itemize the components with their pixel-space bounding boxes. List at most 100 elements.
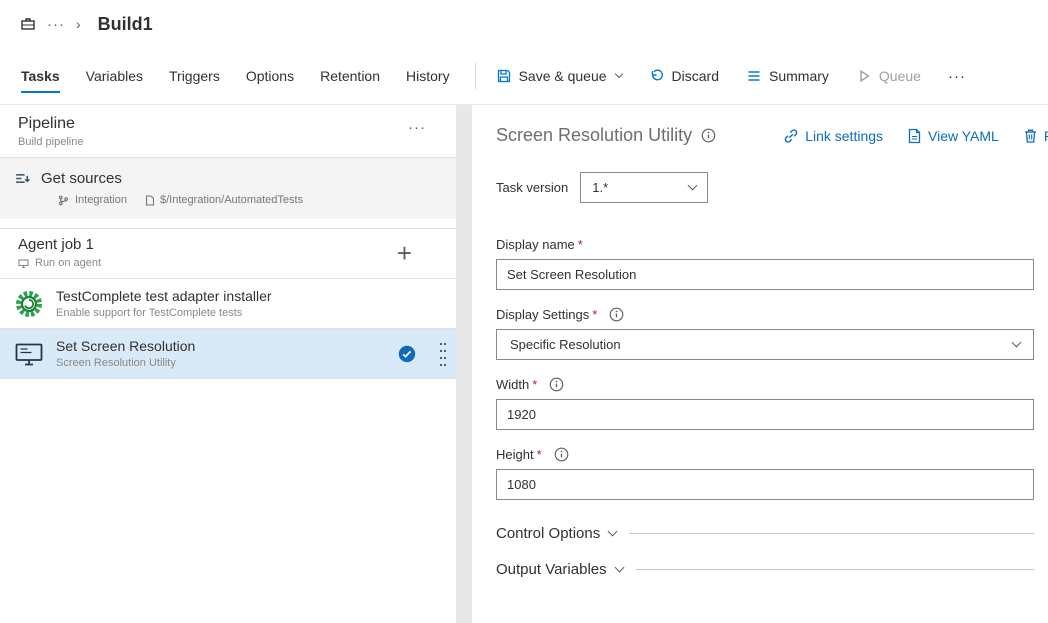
task-actions: Link settings View YAML	[783, 128, 1048, 144]
task-version-row: Task version 1.*	[496, 172, 1048, 203]
pipeline-panel: Pipeline Build pipeline ··· Get sources	[0, 105, 456, 623]
agent-job-subtitle: Run on agent	[35, 257, 101, 269]
height-label: Height	[496, 447, 534, 462]
remove-label: Remove	[1044, 128, 1048, 144]
section-divider	[636, 569, 1034, 570]
tab-bar: Tasks Variables Triggers Options Retenti…	[8, 48, 463, 104]
monitor-icon	[14, 339, 44, 369]
task-fields: Display name * Display Settings *	[496, 237, 1034, 500]
tab-retention[interactable]: Retention	[307, 48, 393, 104]
task-subtitle: Enable support for TestComplete tests	[56, 307, 272, 319]
display-name-field: Display name *	[496, 237, 1034, 290]
toolbar: Save & queue Discard Summary	[496, 68, 966, 85]
task-detail-header: Screen Resolution Utility	[496, 125, 1048, 146]
info-icon[interactable]	[609, 307, 624, 322]
queue-button[interactable]: Queue	[856, 68, 921, 84]
repo-name: Integration	[75, 194, 127, 206]
task-subtitle: Screen Resolution Utility	[56, 357, 195, 369]
link-icon	[783, 128, 799, 144]
task-detail-panel: Screen Resolution Utility	[472, 105, 1048, 623]
task-detail-title: Screen Resolution Utility	[496, 125, 692, 146]
height-input[interactable]	[496, 469, 1034, 500]
save-and-queue-label: Save & queue	[519, 68, 607, 84]
pipeline-more-button[interactable]: ···	[408, 115, 438, 148]
chevron-down-icon	[614, 563, 624, 573]
display-name-input[interactable]	[496, 259, 1034, 290]
document-icon	[907, 128, 922, 144]
display-settings-field: Display Settings * Specific Resolution	[496, 307, 1034, 360]
task-title: Set Screen Resolution	[56, 338, 195, 354]
info-icon[interactable]	[554, 447, 569, 462]
output-variables-toggle[interactable]: Output Variables	[496, 561, 623, 578]
list-icon	[746, 68, 762, 84]
get-sources-icon	[14, 170, 31, 187]
queue-label: Queue	[879, 68, 921, 84]
section-divider	[629, 533, 1034, 534]
required-marker: *	[537, 447, 542, 462]
pipeline-title: Pipeline	[18, 115, 83, 133]
tab-options[interactable]: Options	[233, 48, 307, 104]
control-options-label: Control Options	[496, 525, 600, 542]
play-icon	[856, 68, 872, 84]
height-field: Height *	[496, 447, 1034, 500]
link-settings-label: Link settings	[805, 128, 883, 144]
testcomplete-gear-icon	[14, 289, 44, 319]
task-version-dropdown[interactable]: 1.*	[580, 172, 708, 203]
task-version-value: 1.*	[592, 180, 608, 195]
page-title: Build1	[98, 14, 153, 35]
save-and-queue-button[interactable]: Save & queue	[496, 68, 622, 84]
view-yaml-label: View YAML	[928, 128, 999, 144]
view-yaml-button[interactable]: View YAML	[907, 128, 999, 144]
info-icon[interactable]	[549, 377, 564, 392]
info-icon[interactable]	[701, 128, 716, 143]
chevron-down-icon	[1012, 338, 1022, 348]
task-title: TestComplete test adapter installer	[56, 288, 272, 304]
required-marker: *	[592, 307, 597, 322]
task-item-set-screen-resolution[interactable]: Set Screen Resolution Screen Resolution …	[0, 329, 456, 379]
control-options-section: Control Options	[496, 525, 1034, 542]
branch-icon	[58, 195, 69, 206]
organization-icon[interactable]	[20, 16, 36, 32]
get-sources-item[interactable]: Get sources Integration	[0, 158, 456, 219]
required-marker: *	[532, 377, 537, 392]
main-area: Pipeline Build pipeline ··· Get sources	[0, 105, 1048, 623]
width-input[interactable]	[496, 399, 1034, 430]
summary-button[interactable]: Summary	[746, 68, 829, 84]
display-settings-value: Specific Resolution	[510, 337, 621, 352]
tab-variables[interactable]: Variables	[73, 48, 156, 104]
display-settings-label: Display Settings	[496, 307, 589, 322]
toolbar-more-button[interactable]: ···	[948, 68, 966, 85]
chevron-down-icon	[614, 70, 622, 78]
link-settings-button[interactable]: Link settings	[783, 128, 883, 144]
control-options-toggle[interactable]: Control Options	[496, 525, 616, 542]
discard-button[interactable]: Discard	[649, 68, 719, 84]
trash-icon	[1023, 128, 1038, 144]
display-name-label: Display name	[496, 237, 575, 252]
width-field: Width *	[496, 377, 1034, 430]
tab-history[interactable]: History	[393, 48, 463, 104]
chevron-down-icon	[688, 181, 698, 191]
required-marker: *	[578, 237, 583, 252]
breadcrumb-ellipsis[interactable]: ···	[47, 16, 65, 33]
source-path: $/Integration/AutomatedTests	[160, 194, 303, 206]
panel-splitter[interactable]	[456, 105, 472, 623]
toolbar-divider	[475, 63, 476, 89]
save-icon	[496, 68, 512, 84]
agent-job-item[interactable]: Agent job 1 Run on agent +	[0, 228, 456, 279]
tab-tasks[interactable]: Tasks	[8, 48, 73, 104]
display-settings-select[interactable]: Specific Resolution	[496, 329, 1034, 360]
selected-check-icon	[398, 345, 416, 363]
tab-triggers[interactable]: Triggers	[156, 48, 233, 104]
output-variables-label: Output Variables	[496, 561, 607, 578]
task-item-testcomplete-installer[interactable]: TestComplete test adapter installer Enab…	[0, 279, 456, 329]
discard-label: Discard	[672, 68, 719, 84]
breadcrumb-chevron-icon: ›	[76, 16, 81, 32]
drag-handle-icon[interactable]	[438, 340, 448, 368]
pipeline-header: Pipeline Build pipeline ···	[0, 105, 456, 158]
width-label: Width	[496, 377, 529, 392]
pipeline-subtitle: Build pipeline	[18, 136, 83, 148]
undo-icon	[649, 68, 665, 84]
add-task-button[interactable]: +	[397, 240, 412, 266]
summary-label: Summary	[769, 68, 829, 84]
remove-button[interactable]: Remove	[1023, 128, 1048, 144]
